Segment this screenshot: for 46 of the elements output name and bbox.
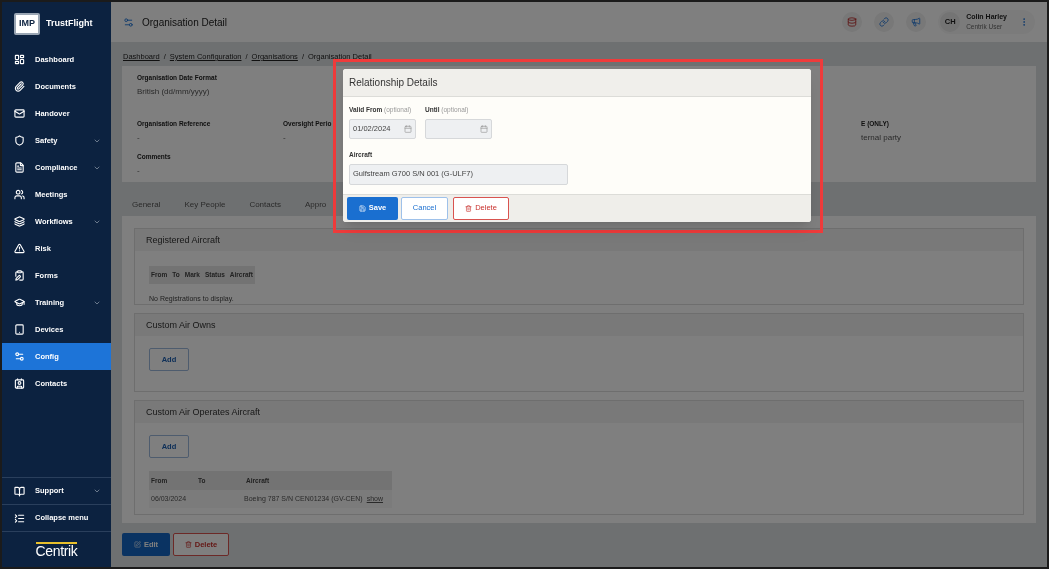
field-value: - [137, 131, 140, 144]
graduation-cap-icon [14, 297, 25, 308]
warning-icon [14, 243, 25, 254]
trash-icon [465, 204, 473, 212]
footer-logo: Centrik [35, 541, 78, 558]
people-icon [14, 189, 25, 200]
edit-icon [133, 541, 141, 549]
tab[interactable]: Key People [174, 195, 236, 216]
tablet-icon [14, 324, 25, 335]
envelope-icon [14, 108, 25, 119]
page-title: Organisation Detail [142, 15, 228, 30]
field-value: - [137, 164, 140, 177]
field-value: ternal party [861, 131, 902, 144]
form-icon [14, 270, 25, 281]
calendar-icon [404, 124, 412, 133]
settings-icon [123, 16, 134, 28]
tab[interactable]: Contacts [239, 195, 291, 216]
dashboard-icon [14, 54, 25, 65]
collapse-menu-icon [14, 512, 25, 524]
link-button[interactable] [874, 12, 895, 32]
logo-badge: IMP [14, 13, 40, 35]
modal-title: Relationship Details [349, 76, 438, 90]
calendar-icon [480, 124, 488, 133]
section-title: Custom Air Operates Aircraft [146, 405, 261, 419]
book-icon [14, 485, 25, 497]
field-value: British (dd/mm/yyyy) [137, 86, 210, 98]
section-title: Registered Aircraft [146, 233, 221, 247]
database-icon [847, 17, 858, 27]
shield-icon [14, 135, 25, 146]
megaphone-button[interactable] [906, 12, 927, 32]
paperclip-icon [14, 81, 25, 92]
field-value: - [283, 131, 286, 144]
layers-icon [14, 216, 25, 227]
date-field[interactable] [425, 118, 492, 139]
trash-icon [184, 541, 192, 549]
megaphone-icon [911, 17, 922, 27]
section-title: Custom Air Owns [146, 318, 216, 332]
link-icon [879, 17, 890, 27]
save-icon [358, 204, 366, 212]
database-button[interactable] [842, 12, 863, 32]
brand-name: TrustFlight [46, 17, 93, 31]
contact-card-icon [14, 378, 25, 389]
document-icon [14, 162, 25, 173]
tab[interactable]: Appro [294, 195, 337, 216]
settings-icon [14, 351, 25, 362]
tab[interactable]: General [122, 195, 171, 216]
